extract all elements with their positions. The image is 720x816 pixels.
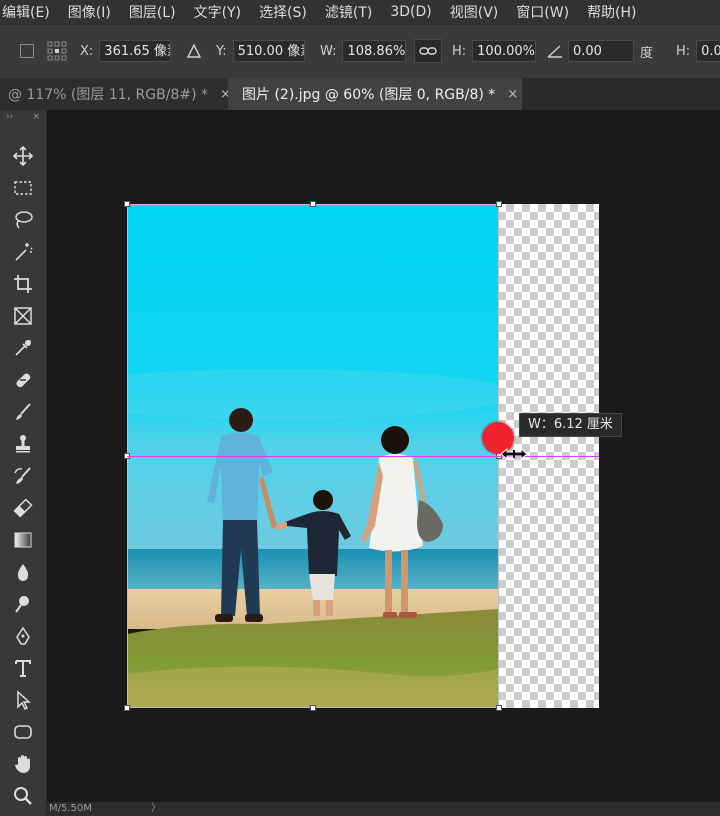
marquee-tool-icon[interactable] <box>8 174 38 202</box>
menu-filter[interactable]: 滤镜(T) <box>316 2 381 22</box>
horizontal-resize-cursor-icon <box>500 447 528 461</box>
h-label: H: <box>452 43 467 59</box>
tools-panel-header: ›› × <box>0 110 46 124</box>
angle-icon <box>546 39 564 63</box>
menu-image[interactable]: 图像(I) <box>59 2 120 22</box>
menu-window[interactable]: 窗口(W) <box>507 2 578 22</box>
magic-wand-icon[interactable] <box>8 238 38 266</box>
chevron-right-icon[interactable]: 〉 <box>151 802 161 816</box>
tab-label: 图片 (2).jpg @ 60% (图层 0, RGB/8) * <box>242 87 496 103</box>
angle-unit: 度 <box>640 45 654 61</box>
x-field[interactable]: 361.65 像素 <box>99 40 172 62</box>
menu-bar: 编辑(E) 图像(I) 图层(L) 文字(Y) 选择(S) 滤镜(T) 3D(D… <box>0 0 720 24</box>
close-icon[interactable]: × <box>32 112 40 122</box>
close-icon[interactable]: × <box>507 87 518 102</box>
menu-help[interactable]: 帮助(H) <box>578 2 645 22</box>
x-label: X: <box>80 43 94 59</box>
transform-handle-top-left[interactable] <box>124 201 130 207</box>
crop-tool-icon[interactable] <box>8 270 38 298</box>
transform-handle-top-right[interactable] <box>496 201 502 207</box>
transform-handle-bottom-right[interactable] <box>496 705 502 711</box>
transform-handle-top-center[interactable] <box>310 201 316 207</box>
zoom-icon[interactable] <box>8 782 38 810</box>
y-label: Y: <box>216 43 227 59</box>
h-skew-field[interactable]: 0.00 <box>696 40 720 62</box>
blur-icon[interactable] <box>8 558 38 586</box>
type-icon[interactable] <box>8 654 38 682</box>
dodge-icon[interactable] <box>8 590 38 618</box>
w-label: W: <box>320 43 337 59</box>
collapse-icon[interactable]: ›› <box>6 112 13 122</box>
document-tab-bar: @ 117% (图层 11, RGB/8#) * × 图片 (2).jpg @ … <box>0 78 720 110</box>
menu-layer[interactable]: 图层(L) <box>120 2 185 22</box>
document-size: M/5.50M <box>49 803 92 814</box>
path-select-icon[interactable] <box>8 686 38 714</box>
transform-width-tooltip: W：6.12 厘米 <box>519 413 622 437</box>
tools-panel: ›› × <box>0 110 47 816</box>
transform-handle-bottom-left[interactable] <box>124 705 130 711</box>
tab-document-1[interactable]: @ 117% (图层 11, RGB/8#) * × <box>0 78 231 110</box>
reference-point-grid-icon[interactable] <box>46 39 68 63</box>
menu-edit[interactable]: 编辑(E) <box>0 2 59 22</box>
link-chain-icon[interactable] <box>414 39 442 63</box>
delta-icon[interactable] <box>186 39 202 63</box>
smart-guide-line <box>127 456 599 457</box>
move-tool-icon[interactable] <box>8 142 38 170</box>
menu-view[interactable]: 视图(V) <box>441 2 508 22</box>
brush-icon[interactable] <box>8 398 38 426</box>
status-bar: M/5.50M 〉 <box>47 802 720 816</box>
h-skew-label: H: <box>676 43 691 59</box>
history-brush-icon[interactable] <box>8 462 38 490</box>
shape-icon[interactable] <box>8 718 38 746</box>
healing-brush-icon[interactable] <box>8 366 38 394</box>
y-field[interactable]: 510.00 像素 <box>232 40 305 62</box>
eyedropper-icon[interactable] <box>8 334 38 362</box>
transform-handle-bottom-center[interactable] <box>310 705 316 711</box>
menu-select[interactable]: 选择(S) <box>250 2 316 22</box>
frame-tool-icon[interactable] <box>8 302 38 330</box>
height-percent-field[interactable]: 100.00% <box>472 40 537 62</box>
tab-document-2[interactable]: 图片 (2).jpg @ 60% (图层 0, RGB/8) * × <box>228 78 522 110</box>
menu-3d[interactable]: 3D(D) <box>381 4 440 20</box>
pen-icon[interactable] <box>8 622 38 650</box>
menu-type[interactable]: 文字(Y) <box>185 2 250 22</box>
tab-label: @ 117% (图层 11, RGB/8#) * <box>8 87 208 103</box>
reference-point-checkbox[interactable] <box>20 39 34 63</box>
gradient-icon[interactable] <box>8 526 38 554</box>
stamp-icon[interactable] <box>8 430 38 458</box>
angle-field[interactable]: 0.00 <box>568 40 634 62</box>
width-percent-field[interactable]: 108.86% <box>342 40 407 62</box>
hand-icon[interactable] <box>8 750 38 778</box>
options-bar: X: 361.65 像素 Y: 510.00 像素 W: 108.86% H: … <box>0 24 720 80</box>
eraser-icon[interactable] <box>8 494 38 522</box>
lasso-tool-icon[interactable] <box>8 206 38 234</box>
